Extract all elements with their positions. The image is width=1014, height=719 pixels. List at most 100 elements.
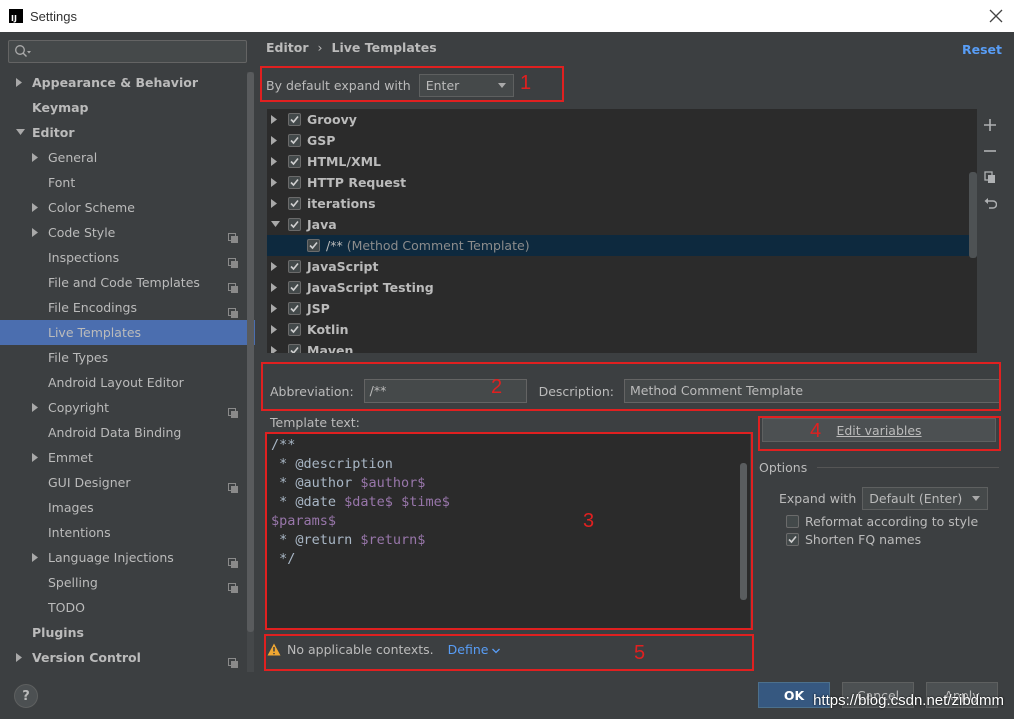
shorten-fq-label: Shorten FQ names xyxy=(805,532,922,547)
expanded-arrow-icon[interactable] xyxy=(16,120,26,145)
checkmark-icon xyxy=(290,136,299,145)
sidebar-item[interactable]: Language Injections xyxy=(0,545,255,570)
template-checkbox[interactable] xyxy=(288,218,301,231)
template-group[interactable]: GSP xyxy=(267,130,977,151)
sidebar-item[interactable]: Spelling xyxy=(0,570,255,595)
sidebar-item[interactable]: General xyxy=(0,145,255,170)
template-item[interactable]: /** (Method Comment Template) xyxy=(267,235,977,256)
sidebar-item[interactable]: Keymap xyxy=(0,95,255,120)
sidebar-item[interactable]: TODO xyxy=(0,595,255,620)
template-checkbox[interactable] xyxy=(288,134,301,147)
sidebar-scrollbar-thumb[interactable] xyxy=(247,72,254,632)
sidebar-item[interactable]: Images xyxy=(0,495,255,520)
breadcrumb-separator: › xyxy=(317,40,323,55)
copy-icon[interactable] xyxy=(982,169,998,185)
shorten-fq-checkbox-row[interactable]: Shorten FQ names xyxy=(786,532,921,547)
annotation-number-3: 3 xyxy=(583,510,595,532)
template-checkbox[interactable] xyxy=(288,344,301,353)
help-button[interactable]: ? xyxy=(14,684,38,708)
sidebar-item-label: File and Code Templates xyxy=(48,275,200,290)
close-icon[interactable] xyxy=(986,6,1006,26)
collapsed-arrow-icon[interactable] xyxy=(271,277,281,298)
collapsed-arrow-icon[interactable] xyxy=(271,151,281,172)
sidebar-item[interactable]: Copyright xyxy=(0,395,255,420)
collapsed-arrow-icon[interactable] xyxy=(32,145,42,170)
template-checkbox[interactable] xyxy=(288,281,301,294)
template-group[interactable]: Java xyxy=(267,214,977,235)
collapsed-arrow-icon[interactable] xyxy=(271,256,281,277)
template-checkbox[interactable] xyxy=(288,323,301,336)
template-group[interactable]: JavaScript xyxy=(267,256,977,277)
sidebar-item-label: Intentions xyxy=(48,525,111,540)
checkmark-icon xyxy=(290,325,299,334)
collapsed-arrow-icon[interactable] xyxy=(32,445,42,470)
template-list-scrollbar[interactable] xyxy=(969,172,977,258)
collapsed-arrow-icon[interactable] xyxy=(32,545,42,570)
collapsed-arrow-icon[interactable] xyxy=(271,193,281,214)
template-checkbox[interactable] xyxy=(288,302,301,315)
checkmark-icon xyxy=(290,346,299,353)
checkmark-icon xyxy=(290,262,299,271)
template-group[interactable]: HTML/XML xyxy=(267,151,977,172)
template-checkbox[interactable] xyxy=(288,113,301,126)
expanded-arrow-icon[interactable] xyxy=(271,214,281,235)
sidebar-item[interactable]: Intentions xyxy=(0,520,255,545)
sidebar-item[interactable]: Android Data Binding xyxy=(0,420,255,445)
template-groups-list: Groovy GSP HTML/XML HTTP Request iterations J… xyxy=(267,109,977,353)
collapsed-arrow-icon[interactable] xyxy=(271,109,281,130)
sidebar-item[interactable]: Inspections xyxy=(0,245,255,270)
sidebar-item[interactable]: Android Layout Editor xyxy=(0,370,255,395)
expand-with-select[interactable]: Default (Enter) xyxy=(862,487,989,510)
template-group[interactable]: Maven xyxy=(267,340,977,353)
template-checkbox[interactable] xyxy=(288,260,301,273)
template-checkbox[interactable] xyxy=(288,197,301,210)
collapsed-arrow-icon[interactable] xyxy=(271,298,281,319)
sidebar-item-label: Android Layout Editor xyxy=(48,375,184,390)
template-checkbox[interactable] xyxy=(288,155,301,168)
collapsed-arrow-icon[interactable] xyxy=(32,195,42,220)
sidebar-item[interactable]: File and Code Templates xyxy=(0,270,255,295)
sidebar-item[interactable]: Plugins xyxy=(0,620,255,645)
template-checkbox[interactable] xyxy=(307,239,320,252)
breadcrumb-parent[interactable]: Editor xyxy=(266,40,309,55)
sidebar-item[interactable]: Version Control xyxy=(0,645,255,670)
search-input[interactable] xyxy=(8,40,247,63)
sidebar-item-label: General xyxy=(48,150,98,165)
sidebar-item[interactable]: Color Scheme xyxy=(0,195,255,220)
sidebar-item[interactable]: Emmet xyxy=(0,445,255,470)
collapsed-arrow-icon[interactable] xyxy=(32,395,42,420)
sidebar-item[interactable]: Appearance & Behavior xyxy=(0,70,255,95)
reset-link[interactable]: Reset xyxy=(962,42,1002,57)
template-group[interactable]: Groovy xyxy=(267,109,977,130)
template-checkbox[interactable] xyxy=(288,176,301,189)
restore-icon[interactable] xyxy=(982,195,998,211)
reformat-checkbox-row[interactable]: Reformat according to style xyxy=(786,514,978,529)
intellij-logo-icon: IJ xyxy=(9,9,23,23)
template-group[interactable]: HTTP Request xyxy=(267,172,977,193)
collapsed-arrow-icon[interactable] xyxy=(16,70,26,95)
sidebar-item[interactable]: Editor xyxy=(0,120,255,145)
sidebar-item[interactable]: GUI Designer xyxy=(0,470,255,495)
remove-icon[interactable] xyxy=(982,143,998,159)
template-group[interactable]: iterations xyxy=(267,193,977,214)
sidebar-item[interactable]: Font xyxy=(0,170,255,195)
reformat-checkbox[interactable] xyxy=(786,515,799,528)
sidebar-item[interactable]: File Types xyxy=(0,345,255,370)
template-group[interactable]: JSP xyxy=(267,298,977,319)
collapsed-arrow-icon[interactable] xyxy=(16,645,26,670)
collapsed-arrow-icon[interactable] xyxy=(32,220,42,245)
shorten-fq-checkbox[interactable] xyxy=(786,533,799,546)
collapsed-arrow-icon[interactable] xyxy=(271,319,281,340)
collapsed-arrow-icon[interactable] xyxy=(271,172,281,193)
collapsed-arrow-icon[interactable] xyxy=(271,340,281,353)
sidebar-item[interactable]: Code Style xyxy=(0,220,255,245)
add-icon[interactable] xyxy=(982,117,998,133)
dialog-footer: ? OK Cancel Apply https://blog.csdn.net/… xyxy=(0,672,1014,719)
sidebar-item[interactable]: File Encodings xyxy=(0,295,255,320)
template-group[interactable]: JavaScript Testing xyxy=(267,277,977,298)
sidebar-item-label: Editor xyxy=(32,125,75,140)
collapsed-arrow-icon[interactable] xyxy=(271,130,281,151)
sidebar-scrollbar[interactable] xyxy=(247,72,254,692)
template-group[interactable]: Kotlin xyxy=(267,319,977,340)
sidebar-item[interactable]: Live Templates xyxy=(0,320,255,345)
